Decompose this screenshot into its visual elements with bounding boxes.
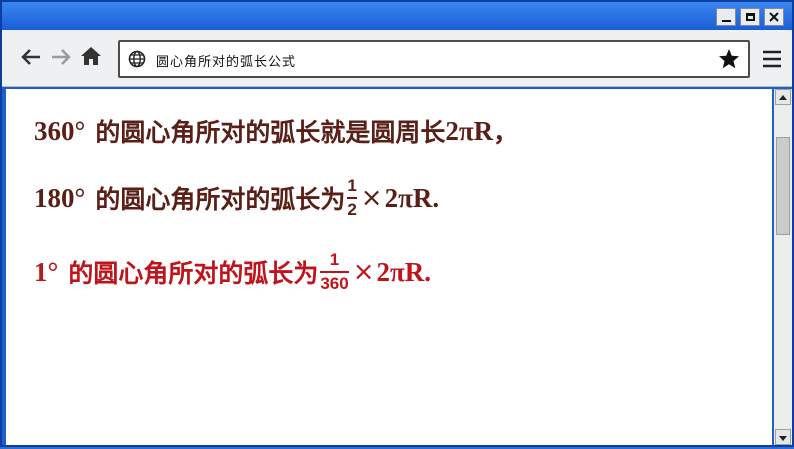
formula-line-180: 180° 的圆心角所对的弧长为 1 2 × 2πR. (34, 177, 439, 219)
browser-window: 圆心角所对的弧长公式 360° 的圆心角所对的弧长就是圆周长 2πR ， 180… (0, 0, 794, 447)
fraction-bar (347, 197, 357, 199)
scroll-thumb[interactable] (776, 137, 790, 235)
maximize-button[interactable] (740, 8, 760, 26)
globe-icon (128, 50, 146, 68)
formula-value: 2πR. (376, 256, 432, 287)
fraction-numerator: 1 (347, 176, 357, 195)
minimize-button[interactable] (716, 8, 736, 26)
angle-value: 180° (34, 182, 86, 213)
angle-value: 1° (34, 256, 59, 287)
fraction-denominator: 2 (347, 200, 357, 219)
scroll-up-button[interactable] (775, 89, 791, 105)
formula-line-360: 360° 的圆心角所对的弧长就是圆周长 2πR ， (34, 113, 518, 149)
home-icon[interactable] (80, 46, 102, 66)
times-sign: × (360, 183, 383, 213)
vertical-scrollbar[interactable] (774, 89, 792, 445)
minimize-icon (721, 20, 731, 22)
close-icon (769, 12, 779, 22)
formula-line-1: 1° 的圆心角所对的弧长为 1 360 × 2πR. (34, 251, 431, 293)
title-bar[interactable] (2, 2, 792, 30)
fraction: 1 360 (320, 250, 349, 293)
fraction-denominator: 360 (320, 274, 349, 293)
browser-toolbar: 圆心角所对的弧长公式 (2, 30, 792, 87)
line-text: 的圆心角所对的弧长就是圆周长 (95, 118, 446, 147)
star-icon[interactable] (718, 48, 740, 70)
page-content: 360° 的圆心角所对的弧长就是圆周长 2πR ， 180° 的圆心角所对的弧长… (6, 89, 772, 445)
fraction: 1 2 (347, 176, 357, 219)
address-bar[interactable]: 圆心角所对的弧长公式 (118, 40, 750, 78)
times-sign: × (352, 257, 375, 287)
scroll-down-button[interactable] (775, 429, 791, 445)
back-arrow-icon[interactable] (20, 48, 42, 66)
scroll-down-icon (779, 436, 787, 441)
formula-value: 2πR (445, 115, 494, 146)
hamburger-menu-icon[interactable] (762, 50, 782, 68)
line-end-punct: ， (493, 118, 519, 147)
fraction-numerator: 1 (329, 250, 340, 269)
line-text: 的圆心角所对的弧长为 (68, 259, 319, 288)
angle-value: 360° (34, 115, 86, 146)
address-url-text: 圆心角所对的弧长公式 (156, 55, 297, 70)
close-button[interactable] (764, 8, 784, 26)
fraction-bar (320, 271, 349, 273)
maximize-icon (745, 13, 755, 21)
scroll-up-icon (779, 95, 787, 100)
formula-value: 2πR. (384, 182, 440, 213)
forward-arrow-icon[interactable] (50, 48, 72, 66)
line-text: 的圆心角所对的弧长为 (95, 185, 346, 214)
